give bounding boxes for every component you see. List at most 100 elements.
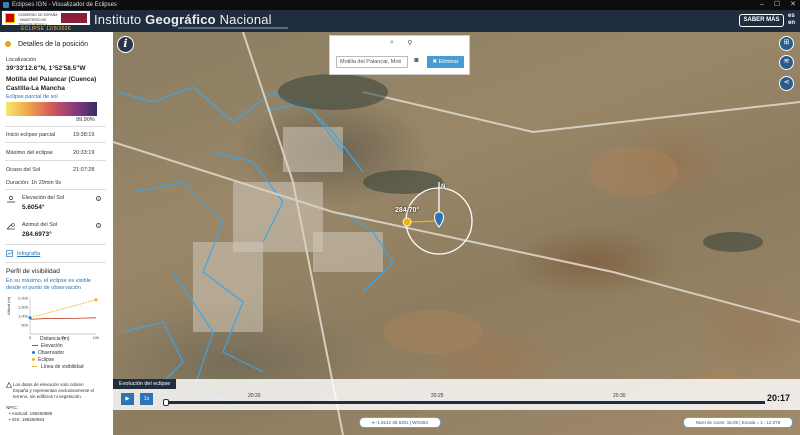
language-switch[interactable]: es en [788, 13, 795, 27]
share-button[interactable]: ⋖ [779, 76, 794, 91]
layers-grid-button[interactable]: ⊞ [779, 36, 794, 51]
speed-button[interactable]: 1x [140, 393, 153, 405]
y-tick-label: 500 [21, 323, 28, 328]
lang-en[interactable]: en [788, 20, 795, 27]
magnitude-gradient [6, 102, 97, 116]
sun-elevation-icon [7, 196, 15, 203]
x-tick-label: 0 [29, 335, 32, 340]
field-patch [703, 232, 763, 252]
partial-value: 99.90% [76, 117, 95, 123]
north-label: N [441, 184, 446, 190]
location-pin-icon [5, 41, 11, 47]
search-input[interactable] [336, 56, 408, 68]
zoom-readout: Nivel de zoom: 15,05 | Escala = 1 : 12.0… [683, 417, 793, 428]
spain-shield-icon [5, 13, 15, 23]
series-line-0 [29, 317, 97, 320]
close-button[interactable]: ✕ [790, 0, 796, 10]
gov-text: GOBIERNO DE ESPAÑA · MINISTERIO DE TRANS… [18, 13, 58, 37]
observer-point [28, 316, 32, 320]
urban-area [233, 182, 323, 252]
infografia-link[interactable]: Infografía [17, 251, 40, 257]
note: Los datos de elevación solo cubren [13, 382, 84, 387]
row-label: Inicio eclipse parcial [6, 132, 56, 138]
row-label: Ocaso del Sol [6, 167, 41, 173]
note: España y representan exclusivamente el [13, 388, 95, 393]
window-titlebar: Eclipses IGN - Visualizador de Eclipses … [0, 0, 800, 10]
elevation-value: 5.6054° [22, 204, 45, 211]
chart-ylabel: Altitud (m) [6, 296, 11, 315]
current-time: 20:17 [766, 393, 790, 403]
timeline-knob[interactable] [163, 399, 169, 406]
brand-title: Instituto Geográfico Nacional [94, 12, 272, 27]
legend-observer: Observador [32, 350, 64, 356]
perfil-title: Perfil de visibilidad [6, 268, 60, 275]
map-features [113, 32, 800, 435]
map-view[interactable]: 284.70° N i ⌕ ⚲ ◙ ✖ Eliminar ⊞ ≋ ⋖ Evolu… [113, 32, 800, 435]
eclipse-timeline: Evolución del eclipse ▶ 1x 20:20 20:25 2… [113, 379, 800, 410]
info-icon[interactable]: i [96, 196, 101, 201]
timeline-tick: 20:25 [431, 393, 444, 399]
row-label: Máximo del eclipse [6, 150, 53, 156]
saber-mas-button[interactable]: SABER MÁS [739, 14, 784, 27]
coords-readout: ⌖ -1,9142 39,5301 | WGS84 [359, 417, 441, 428]
app-header: GOBIERNO DE ESPAÑA · MINISTERIO DE TRANS… [0, 10, 800, 37]
legend-eclipse: Eclipse [32, 357, 54, 363]
coords: 39°33'12.6"N, 1°52'58.5"W [6, 65, 86, 72]
timeline-track[interactable] [165, 401, 765, 404]
info-button[interactable]: i [117, 36, 134, 53]
region: Castilla-La Mancha [6, 85, 65, 92]
person-pin-icon[interactable]: ⚲ [406, 39, 414, 47]
timeline-tick: 20:30 [613, 393, 626, 399]
x-tick-label: 10k [93, 335, 99, 340]
gov-logo[interactable]: GOBIERNO DE ESPAÑA · MINISTERIO DE TRANS… [2, 11, 90, 37]
y-tick-label: 2,000 [18, 296, 29, 301]
divider [5, 160, 106, 161]
android-id: • Android: 198250589 [9, 411, 53, 416]
delete-button[interactable]: ✖ Eliminar [427, 56, 464, 68]
layers-stack-button[interactable]: ≋ [779, 55, 794, 70]
field-patch [383, 310, 483, 354]
chart-xlabel: Distancia (m) [40, 336, 70, 342]
duration: Duración: 1h 29min 9s [6, 180, 62, 186]
divider [5, 262, 106, 263]
lang-es[interactable]: es [788, 13, 795, 20]
section-title: Detalles de la posición [18, 41, 89, 48]
divider [5, 142, 106, 143]
window-title: Eclipses IGN - Visualizador de Eclipses [12, 2, 117, 8]
divider [5, 244, 106, 245]
sun-direction-line [406, 220, 440, 223]
search-panel: ⌕ ⚲ ◙ ✖ Eliminar [329, 35, 470, 75]
position-details-panel: Detalles de la posición Localización 39°… [0, 32, 113, 435]
perfil-desc: desde el punto de observación [6, 285, 81, 291]
field-patch [363, 170, 443, 194]
divider [5, 189, 106, 190]
ign-logo-icon [61, 13, 87, 23]
eclipse-point [94, 298, 98, 302]
urban-area [313, 232, 383, 272]
azimuth-label: Azimut del Sol [22, 222, 58, 228]
maximize-button[interactable]: ☐ [774, 0, 780, 10]
info-icon[interactable]: i [96, 223, 101, 228]
y-tick-label: 1,500 [18, 305, 29, 310]
y-tick-label: 1,000 [18, 314, 29, 319]
note: terreno, sin edificios ni vegetación. [13, 394, 83, 399]
search-icon[interactable]: ⌕ [388, 39, 396, 47]
road [362, 91, 800, 134]
camera-icon[interactable]: ◙ [412, 57, 421, 66]
field-patch [278, 74, 388, 110]
npic-label: NPIC: [6, 405, 19, 410]
observer-pin-icon [434, 211, 444, 228]
location-label: Localización [6, 57, 37, 63]
row-value: 19:38:19 [73, 132, 95, 138]
brand-underline [178, 27, 288, 29]
place: Motilla del Palancar (Cuenca) [6, 76, 97, 83]
legend-elevation: Elevación [32, 343, 63, 349]
timeline-tick: 20:20 [248, 393, 261, 399]
minimize-button[interactable]: – [760, 0, 764, 10]
sun-icon [402, 217, 412, 227]
series-line-1 [29, 299, 97, 319]
sun-azimuth-icon [6, 223, 15, 230]
row-value: 21:07:28 [73, 167, 95, 173]
infographic-icon [6, 250, 13, 257]
play-button[interactable]: ▶ [121, 393, 134, 405]
